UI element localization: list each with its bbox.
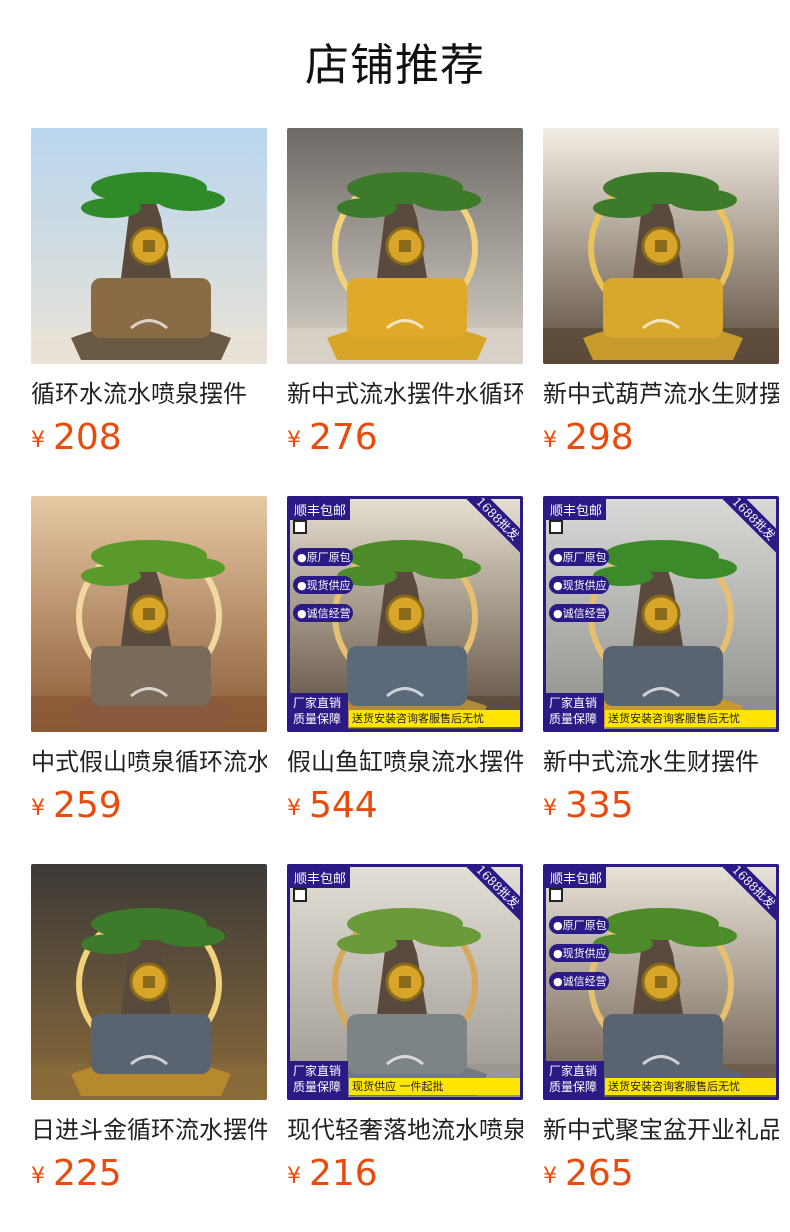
product-card[interactable]: 中式假山喷泉循环流水 ¥259 <box>31 496 267 834</box>
product-card[interactable]: 日进斗金循环流水摆件 ¥225 <box>31 864 267 1202</box>
price-value: 259 <box>53 785 122 826</box>
product-price: ¥298 <box>543 416 779 466</box>
product-card[interactable]: 顺丰包邮 1688批发 厂家直销 质量保障 现货供应 一件起批 现代轻奢落地流水… <box>287 864 523 1202</box>
currency-symbol: ¥ <box>543 796 557 821</box>
currency-symbol: ¥ <box>287 428 301 453</box>
product-image <box>287 128 523 364</box>
product-name[interactable]: 假山鱼缸喷泉流水摆件 <box>287 746 523 778</box>
product-name[interactable]: 新中式葫芦流水生财摆件 <box>543 378 779 410</box>
product-thumbnail[interactable] <box>287 128 523 364</box>
product-name[interactable]: 新中式聚宝盆开业礼品 <box>543 1114 779 1146</box>
product-price: ¥276 <box>287 416 523 466</box>
product-price: ¥216 <box>287 1152 523 1202</box>
product-name[interactable]: 日进斗金循环流水摆件 <box>31 1114 267 1146</box>
product-card[interactable]: 顺丰包邮 1688批发 ●原厂原包 ●现货供应 ●诚信经营 厂家直销 质量保障 送货… <box>287 496 523 834</box>
product-card[interactable]: 新中式流水摆件水循环 ¥276 <box>287 128 523 466</box>
product-image <box>31 128 267 364</box>
price-value: 225 <box>53 1153 122 1194</box>
product-thumbnail[interactable]: 顺丰包邮 1688批发 ●原厂原包 ●现货供应 ●诚信经营 厂家直销 质量保障 送货… <box>287 496 523 732</box>
product-price: ¥208 <box>31 416 267 466</box>
product-image <box>543 864 779 1100</box>
product-image <box>287 496 523 732</box>
product-name[interactable]: 循环水流水喷泉摆件 <box>31 378 267 410</box>
currency-symbol: ¥ <box>287 796 301 821</box>
price-value: 216 <box>309 1153 378 1194</box>
product-name[interactable]: 中式假山喷泉循环流水 <box>31 746 267 778</box>
product-image <box>287 864 523 1100</box>
currency-symbol: ¥ <box>543 428 557 453</box>
price-value: 335 <box>565 785 634 826</box>
product-card[interactable]: 循环水流水喷泉摆件 ¥208 <box>31 128 267 466</box>
product-thumbnail[interactable] <box>31 864 267 1100</box>
currency-symbol: ¥ <box>31 796 45 821</box>
product-name[interactable]: 新中式流水生财摆件 <box>543 746 779 778</box>
product-image <box>543 496 779 732</box>
product-card[interactable]: 新中式葫芦流水生财摆件 ¥298 <box>543 128 779 466</box>
product-card[interactable]: 顺丰包邮 1688批发 ●原厂原包 ●现货供应 ●诚信经营 厂家直销 质量保障 送货… <box>543 864 779 1202</box>
price-value: 298 <box>565 417 634 458</box>
product-card[interactable]: 顺丰包邮 1688批发 ●原厂原包 ●现货供应 ●诚信经营 厂家直销 质量保障 送货… <box>543 496 779 834</box>
currency-symbol: ¥ <box>31 1164 45 1189</box>
product-price: ¥335 <box>543 784 779 834</box>
product-thumbnail[interactable]: 顺丰包邮 1688批发 厂家直销 质量保障 现货供应 一件起批 <box>287 864 523 1100</box>
product-price: ¥259 <box>31 784 267 834</box>
product-price: ¥544 <box>287 784 523 834</box>
product-price: ¥265 <box>543 1152 779 1202</box>
price-value: 544 <box>309 785 378 826</box>
product-name[interactable]: 新中式流水摆件水循环 <box>287 378 523 410</box>
page-title: 店铺推荐 <box>305 40 485 91</box>
product-image <box>31 864 267 1100</box>
product-thumbnail[interactable] <box>31 496 267 732</box>
product-name[interactable]: 现代轻奢落地流水喷泉 <box>287 1114 523 1146</box>
currency-symbol: ¥ <box>287 1164 301 1189</box>
currency-symbol: ¥ <box>543 1164 557 1189</box>
product-image <box>31 496 267 732</box>
product-thumbnail[interactable]: 顺丰包邮 1688批发 ●原厂原包 ●现货供应 ●诚信经营 厂家直销 质量保障 送货… <box>543 864 779 1100</box>
price-value: 276 <box>309 417 378 458</box>
price-value: 208 <box>53 417 122 458</box>
currency-symbol: ¥ <box>31 428 45 453</box>
product-thumbnail[interactable]: 顺丰包邮 1688批发 ●原厂原包 ●现货供应 ●诚信经营 厂家直销 质量保障 送货… <box>543 496 779 732</box>
product-image <box>543 128 779 364</box>
price-value: 265 <box>565 1153 634 1194</box>
product-price: ¥225 <box>31 1152 267 1202</box>
product-thumbnail[interactable] <box>543 128 779 364</box>
product-thumbnail[interactable] <box>31 128 267 364</box>
